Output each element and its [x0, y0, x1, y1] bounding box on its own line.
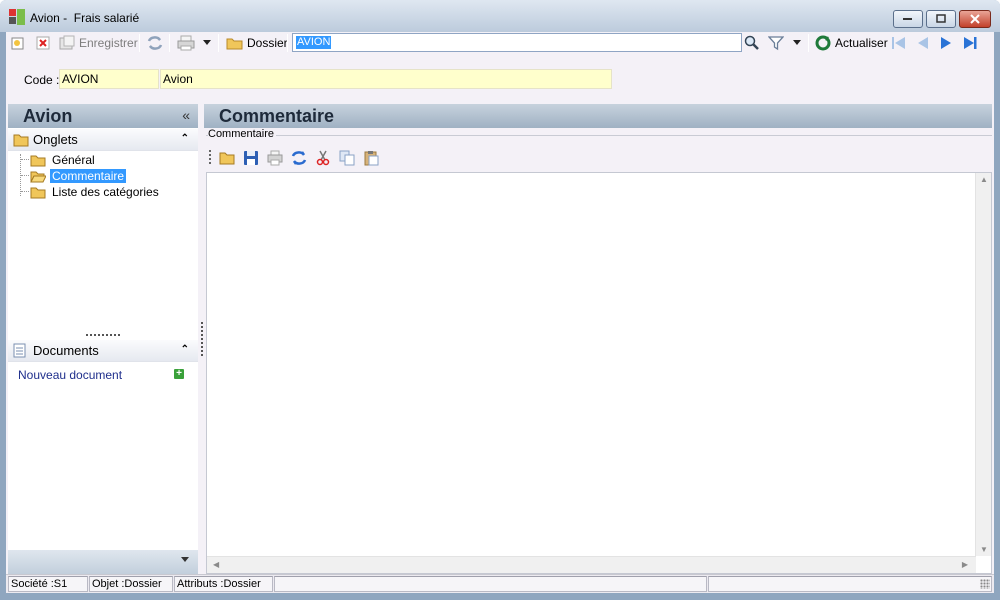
paste-icon[interactable] — [363, 150, 379, 166]
chevron-up-icon[interactable]: ⌃ — [181, 344, 189, 355]
copy-icon[interactable] — [339, 150, 355, 166]
status-bar: Société :S1 Objet :Dossier Attributs :Do… — [6, 574, 994, 593]
name-field[interactable]: Avion — [160, 69, 612, 89]
toolbar-separator — [287, 34, 288, 52]
close-button[interactable] — [959, 10, 991, 28]
status-empty-cell — [274, 576, 707, 592]
last-record-button[interactable] — [962, 34, 978, 52]
minimize-button[interactable] — [893, 10, 923, 28]
toolbar-separator — [139, 34, 140, 52]
code-field[interactable]: AVION — [59, 69, 159, 89]
cut-icon[interactable] — [315, 150, 331, 166]
next-icon — [941, 37, 951, 49]
delete-icon — [36, 36, 50, 50]
horizontal-scrollbar[interactable]: ◀ ▶ — [207, 556, 976, 573]
restore-icon — [936, 14, 946, 23]
close-icon — [970, 14, 980, 24]
folder-icon — [226, 38, 243, 50]
navigation-panel: Avion « Onglets ⌃ Général Commentaire Li… — [8, 104, 198, 574]
refresh-icon[interactable] — [291, 150, 307, 166]
add-document-icon[interactable]: + — [174, 369, 184, 379]
last-icon — [964, 37, 977, 49]
vertical-scrollbar[interactable]: ▲ ▼ — [975, 173, 991, 556]
client-area: Enregistrer Dossier AVION Actualiser Cod… — [6, 32, 994, 593]
section-resize-grip[interactable] — [86, 334, 120, 336]
print-button[interactable] — [177, 34, 197, 52]
code-label: Code : — [24, 73, 60, 87]
filter-icon — [768, 36, 784, 51]
resize-grip-icon[interactable] — [980, 579, 990, 589]
search-button[interactable] — [744, 34, 760, 52]
new-button[interactable] — [11, 34, 25, 52]
first-icon — [892, 37, 905, 49]
documents-section-header[interactable]: Documents ⌃ — [8, 340, 198, 362]
open-folder-icon[interactable] — [219, 150, 235, 166]
folder-open-icon — [30, 171, 46, 182]
print-dropdown[interactable] — [203, 34, 211, 52]
navigation-panel-footer — [8, 550, 198, 574]
toolbar-separator — [218, 34, 219, 52]
folder-icon — [30, 187, 46, 198]
filter-button[interactable] — [768, 34, 784, 52]
comment-editor[interactable]: ▲ ▼ ◀ ▶ — [206, 172, 992, 574]
refresh-data-button[interactable]: Actualiser — [815, 34, 888, 52]
document-icon — [13, 343, 26, 358]
app-icon — [9, 9, 25, 25]
status-empty-cell — [708, 576, 992, 592]
tab-general[interactable]: Général — [30, 152, 97, 168]
printer-icon[interactable] — [267, 150, 283, 166]
page-title: Commentaire — [219, 106, 335, 126]
filter-dropdown[interactable] — [793, 34, 801, 52]
toolbar-separator — [808, 34, 809, 52]
navigation-panel-header: Avion « — [8, 104, 198, 128]
first-record-button[interactable] — [891, 34, 907, 52]
content-header: Commentaire — [204, 104, 992, 128]
app-window: Avion - Frais salarié Enregistrer Dossie… — [0, 0, 1000, 600]
main-toolbar: Enregistrer Dossier AVION Actualiser — [6, 32, 994, 54]
delete-button[interactable] — [36, 34, 50, 52]
toolbar-separator — [169, 34, 170, 52]
new-document-icon — [11, 37, 24, 50]
status-company: Société :S1 — [8, 576, 88, 592]
next-record-button[interactable] — [939, 34, 953, 52]
tree-lines — [20, 154, 30, 196]
chevron-down-icon[interactable] — [181, 557, 189, 562]
folder-icon — [13, 134, 29, 147]
previous-icon — [918, 37, 928, 49]
chevron-down-icon — [203, 40, 211, 45]
toolbar-grip — [209, 150, 211, 164]
folder-button[interactable]: Dossier — [226, 34, 288, 52]
save-icon[interactable] — [243, 150, 259, 166]
tab-commentaire[interactable]: Commentaire — [30, 168, 127, 184]
folder-icon — [30, 155, 46, 166]
status-object: Objet :Dossier — [89, 576, 173, 592]
window-title: Avion - Frais salarié — [30, 11, 140, 25]
search-input[interactable]: AVION — [292, 33, 742, 52]
collapse-panel-button[interactable]: « — [182, 107, 190, 123]
search-icon — [744, 35, 759, 50]
refresh-circle-icon — [815, 35, 831, 51]
printer-icon — [177, 35, 195, 51]
tab-liste-categories[interactable]: Liste des catégories — [30, 184, 161, 200]
save-button[interactable]: Enregistrer — [59, 34, 138, 52]
previous-record-button[interactable] — [916, 34, 930, 52]
new-document-link[interactable]: Nouveau document — [18, 368, 122, 382]
title-bar: Avion - Frais salarié — [0, 0, 1000, 32]
group-label: Commentaire — [208, 128, 277, 140]
panel-splitter[interactable] — [201, 322, 203, 356]
chevron-up-icon[interactable]: ⌃ — [181, 133, 189, 144]
chevron-down-icon — [793, 40, 801, 45]
refresh-icon — [147, 36, 163, 50]
save-icon — [59, 35, 75, 50]
minimize-icon — [903, 18, 912, 20]
tabs-section-header[interactable]: Onglets ⌃ — [8, 129, 198, 151]
group-divider — [206, 135, 992, 136]
status-attributes: Attributs :Dossier — [174, 576, 273, 592]
refresh-button[interactable] — [146, 34, 164, 52]
restore-button[interactable] — [926, 10, 956, 28]
